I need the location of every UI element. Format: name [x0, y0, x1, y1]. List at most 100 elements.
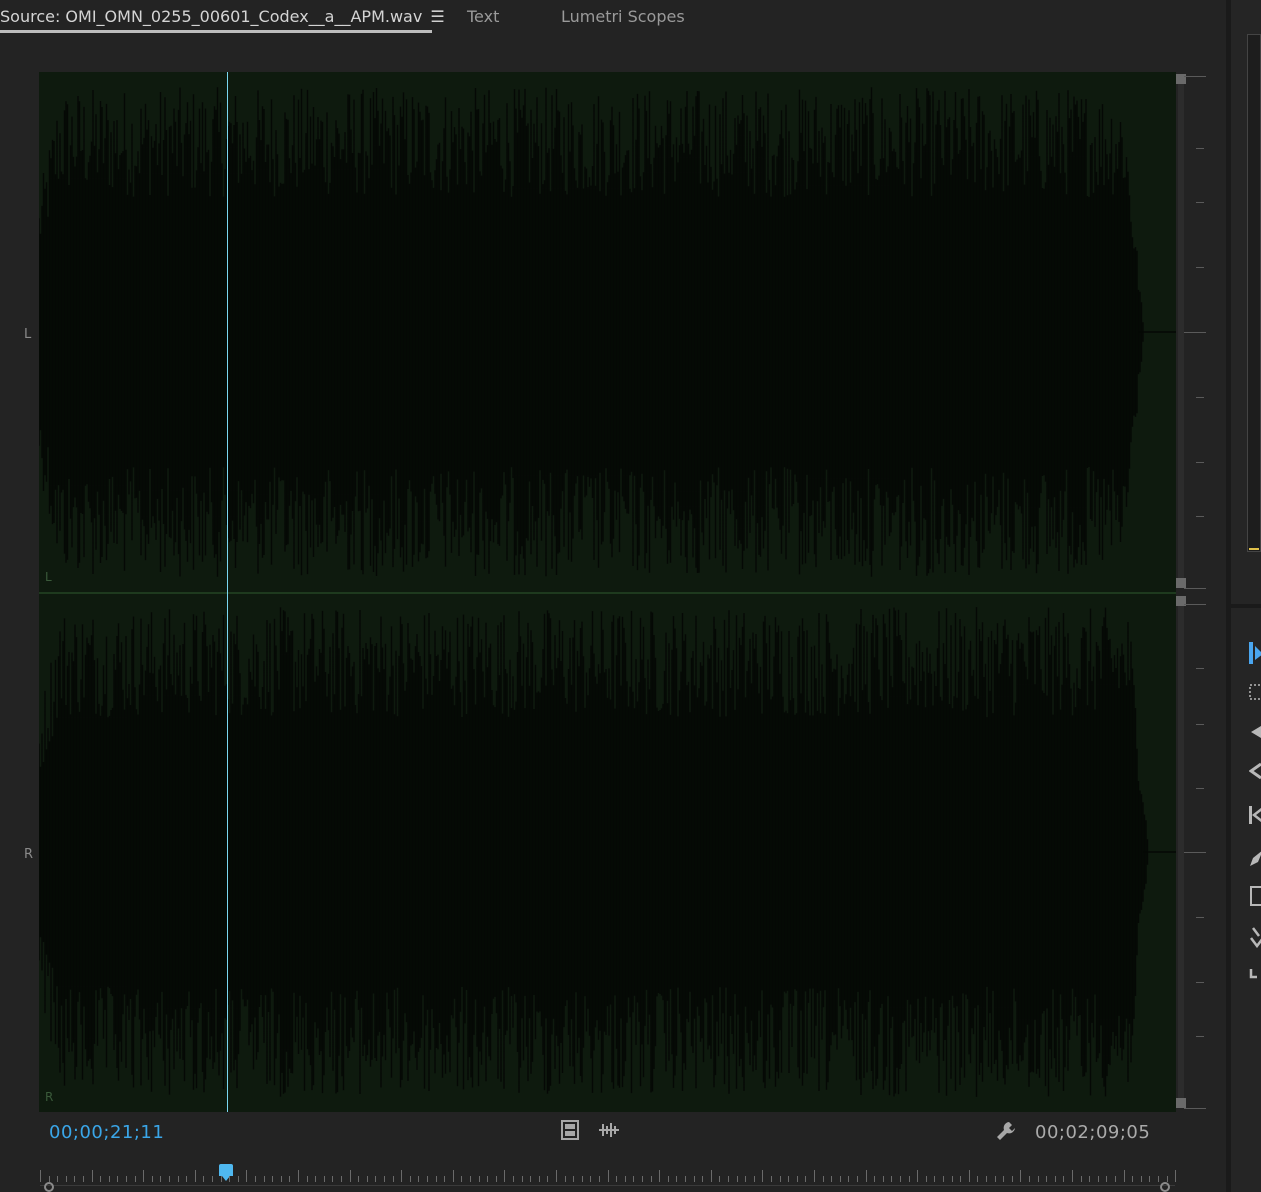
ruler-tick — [882, 1176, 884, 1182]
channel-right-mini-label: R — [45, 1090, 54, 1104]
ruler-tick — [771, 1176, 772, 1182]
playhead-marker[interactable] — [219, 1164, 233, 1181]
waveform-channel-path — [39, 607, 1149, 1097]
selection-tool-icon[interactable] — [1249, 642, 1261, 664]
audio-meter — [1247, 34, 1261, 552]
ruler-tick — [848, 1176, 850, 1182]
scale-tick — [1196, 668, 1204, 669]
ruler-tick — [556, 1170, 557, 1182]
ruler-tick — [659, 1170, 661, 1182]
ruler-tick — [633, 1176, 635, 1182]
ruler-tick — [418, 1176, 420, 1182]
tab-text[interactable]: Text — [467, 0, 499, 34]
scale-tick — [1196, 462, 1204, 463]
film-strip-icon[interactable] — [558, 1120, 582, 1142]
ruler-tick — [1063, 1176, 1065, 1182]
ruler-tick — [401, 1170, 403, 1182]
ruler-tick — [65, 1176, 67, 1182]
scale-tick — [1196, 724, 1204, 725]
ruler-tick — [805, 1176, 807, 1182]
meter-peak-indicator — [1249, 548, 1259, 552]
ruler-tick — [1054, 1176, 1056, 1182]
ruler-tick — [48, 1176, 50, 1182]
scale-tick — [1184, 588, 1206, 589]
ruler-tick — [1037, 1176, 1039, 1182]
ruler-tick — [960, 1176, 962, 1182]
ruler-tick — [1166, 1176, 1168, 1182]
ruler-tick — [1029, 1176, 1030, 1182]
ruler-tick — [857, 1176, 858, 1182]
ruler-tick — [891, 1176, 893, 1182]
ruler-tick — [134, 1176, 136, 1182]
ruler-tick — [874, 1176, 876, 1182]
pen-tool-icon[interactable] — [1249, 848, 1261, 868]
playhead-line[interactable] — [227, 72, 228, 1112]
ruler-tick — [375, 1176, 377, 1182]
ruler-tick — [581, 1176, 583, 1182]
scale-tick — [1196, 516, 1204, 517]
scale-tick — [1196, 788, 1204, 789]
ruler-tick — [994, 1176, 996, 1182]
ruler-tick — [83, 1176, 84, 1182]
ruler-tick — [298, 1170, 299, 1182]
hamburger-menu-icon[interactable]: ☰ — [430, 0, 444, 34]
ruler-tick — [977, 1176, 979, 1182]
ruler-tick — [788, 1176, 790, 1182]
ruler-tick — [349, 1170, 351, 1182]
ruler-tick — [143, 1170, 145, 1182]
channel-left-label: L — [24, 327, 32, 342]
scale-tick — [1184, 332, 1206, 333]
ripple-edit-tool-icon[interactable] — [1249, 724, 1261, 744]
ruler-tick — [169, 1176, 170, 1182]
ruler-tick — [513, 1176, 514, 1182]
zoom-handle-left[interactable] — [44, 1182, 54, 1192]
audio-waveform-icon[interactable] — [597, 1120, 621, 1142]
tab-lumetri-scopes[interactable]: Lumetri Scopes — [561, 0, 685, 34]
tab-source[interactable]: Source: OMI_OMN_0255_00601_Codex__a__APM… — [0, 0, 445, 34]
ruler-tick — [272, 1176, 274, 1182]
scale-tick — [1184, 1108, 1206, 1109]
scale-tick — [1196, 202, 1204, 203]
ruler-tick — [590, 1176, 592, 1182]
ruler-tick — [229, 1176, 231, 1182]
ruler-tick — [126, 1176, 127, 1182]
ruler-tick — [796, 1176, 798, 1182]
ruler-tick — [599, 1176, 600, 1182]
panel-separator — [1231, 604, 1261, 608]
ruler-tick — [762, 1170, 764, 1182]
ruler-tick — [409, 1176, 411, 1182]
time-ruler[interactable] — [40, 1164, 1177, 1192]
ruler-tick — [246, 1170, 248, 1182]
ruler-tick — [728, 1176, 729, 1182]
waveform-channel-path — [39, 87, 1144, 577]
track-select-tool-icon[interactable] — [1249, 684, 1261, 704]
ruler-tick — [435, 1176, 437, 1182]
rectangle-tool-icon[interactable] — [1249, 886, 1261, 906]
ruler-tick — [616, 1176, 618, 1182]
ruler-tick — [289, 1176, 291, 1182]
scale-tick — [1184, 604, 1206, 605]
ruler-tick — [40, 1170, 41, 1182]
ruler-tick — [624, 1176, 626, 1182]
ruler-tick — [100, 1176, 102, 1182]
audio-waveform-display[interactable]: L R — [39, 72, 1176, 1112]
type-tool-icon[interactable] — [1249, 964, 1261, 984]
wrench-icon[interactable] — [994, 1120, 1018, 1142]
ruler-tick — [1149, 1176, 1151, 1182]
ruler-tick — [1072, 1170, 1073, 1182]
current-timecode[interactable]: 00;00;21;11 — [49, 1122, 164, 1143]
ruler-tick — [108, 1176, 110, 1182]
razor-tool-icon[interactable] — [1249, 804, 1261, 824]
ruler-tick — [538, 1176, 540, 1182]
rolling-edit-tool-icon[interactable] — [1248, 762, 1261, 782]
scale-tick — [1184, 852, 1206, 853]
zoom-handle-right[interactable] — [1160, 1182, 1170, 1192]
ruler-tick — [1046, 1176, 1048, 1182]
ruler-tick — [753, 1176, 755, 1182]
ruler-tick — [530, 1176, 532, 1182]
ruler-tick — [831, 1176, 833, 1182]
ruler-tick — [341, 1176, 342, 1182]
ruler-tick — [564, 1176, 566, 1182]
hand-tool-icon[interactable] — [1249, 926, 1261, 949]
ruler-tick — [427, 1176, 428, 1182]
